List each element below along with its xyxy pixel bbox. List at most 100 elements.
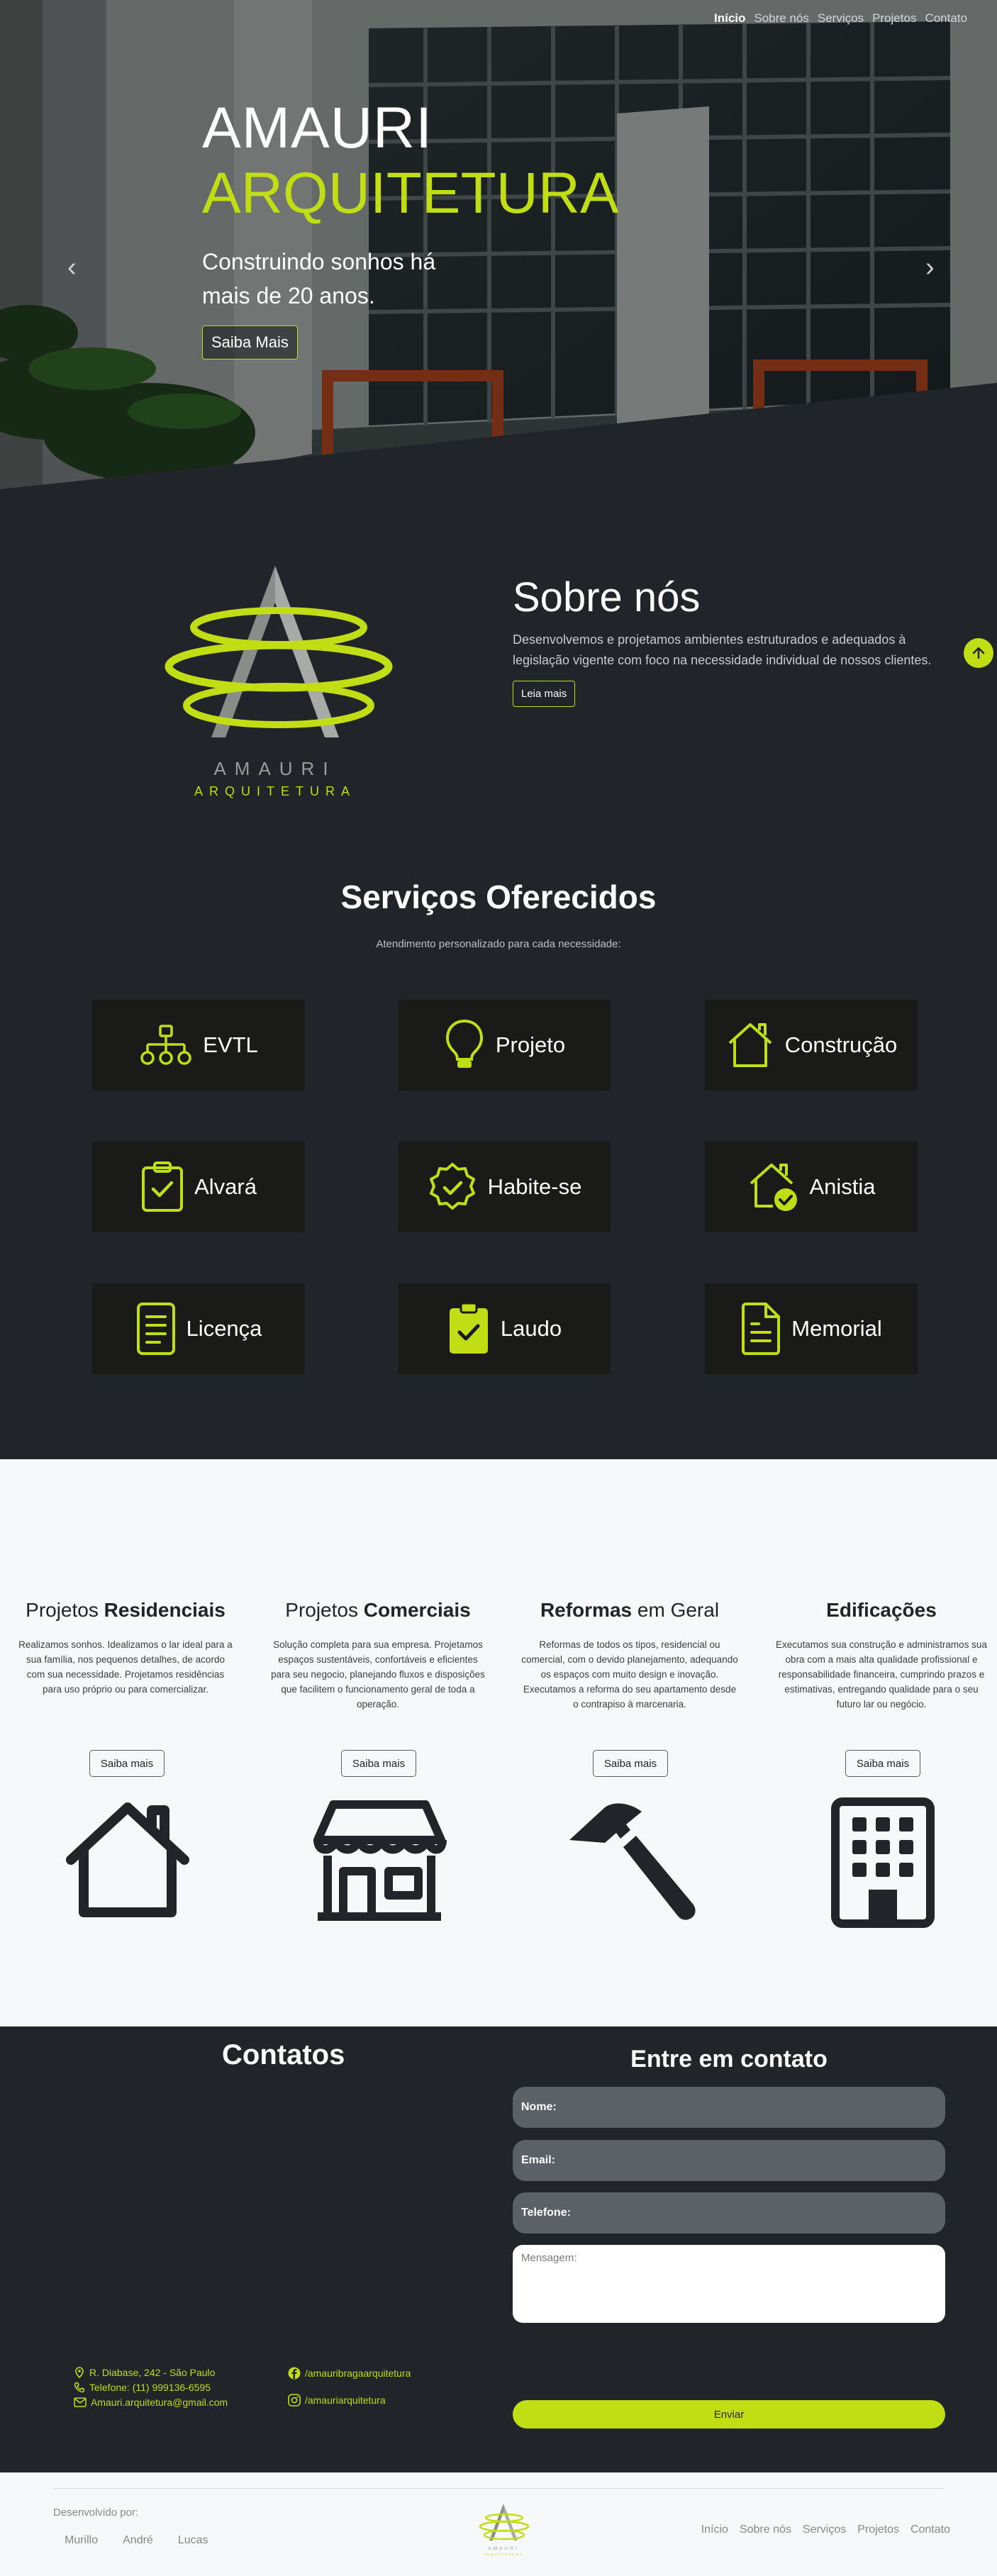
services-title: Serviços Oferecidos — [340, 879, 657, 915]
footer-nav-contato[interactable]: Contato — [910, 2524, 950, 2536]
project-title: Reformas em Geral — [540, 1599, 720, 1621]
logo-text-amauri: AMAURI — [213, 758, 336, 779]
document-lines-icon — [136, 1303, 175, 1355]
developer-name[interactable]: André — [123, 2534, 153, 2547]
location-pin-icon — [75, 2367, 84, 2378]
service-label: Licença — [186, 1316, 262, 1341]
facebook-link[interactable]: /amauribragaarquitetura — [288, 2367, 411, 2380]
building-icon — [831, 1797, 935, 1928]
project-description: Realizamos sonhos. Idealizamos o lar ide… — [18, 1639, 233, 1695]
project-edificacoes: Edificações Executamos sua construção e … — [764, 1598, 997, 1712]
hierarchy-icon — [140, 1025, 191, 1065]
file-text-icon — [742, 1303, 781, 1355]
developer-name[interactable]: Murillo — [65, 2534, 98, 2547]
project-reformas: Reformas em Geral Reformas de todos os t… — [513, 1598, 747, 1712]
service-card-alvara[interactable]: Alvará — [92, 1142, 305, 1232]
service-label: Construção — [784, 1032, 898, 1057]
service-card-evtl[interactable]: EVTL — [92, 1000, 305, 1091]
hero-text: AMAURI ARQUITETURA Construindo sonhos há… — [202, 96, 619, 359]
carousel-next-arrow[interactable]: › — [925, 252, 935, 283]
about-title: Sobre nós — [513, 574, 701, 620]
hero-section: AMAURI ARQUITETURA Construindo sonhos há… — [0, 0, 997, 489]
scroll-top-button[interactable] — [964, 638, 993, 668]
instagram-text: /amauriarquitetura — [305, 2394, 386, 2406]
logo-text-arquitetura: ARQUITETURA — [194, 784, 356, 798]
envelope-icon — [74, 2397, 87, 2407]
storefront-icon — [313, 1800, 447, 1921]
project-description: Executamos sua construção e administramo… — [776, 1639, 987, 1710]
project-title: Edificações — [826, 1599, 937, 1621]
footer-nav-sobre-nos[interactable]: Sobre nós — [740, 2524, 791, 2536]
service-label: Anistia — [809, 1174, 876, 1199]
services-subtitle: Atendimento personalizado para cada nece… — [376, 938, 621, 950]
main-nav: Início Sobre nós Serviços Projetos Conta… — [714, 11, 967, 26]
phone-text: Telefone: (11) 999136-6595 — [89, 2382, 211, 2393]
service-card-licenca[interactable]: Licença — [92, 1283, 305, 1374]
hero-title-line2: ARQUITETURA — [202, 161, 619, 225]
clipboard-filled-check-icon — [449, 1302, 488, 1354]
reformas-saiba-mais-button[interactable]: Saiba mais — [593, 1750, 668, 1777]
project-comerciais: Projetos Comerciais Solução completa par… — [261, 1598, 495, 1712]
about-description: Desenvolvemos e projetamos ambientes est… — [513, 632, 932, 667]
address-text: R. Diabase, 242 - São Paulo — [89, 2367, 216, 2378]
house-outline-icon — [66, 1802, 189, 1917]
service-card-laudo[interactable]: Laudo — [398, 1283, 611, 1374]
leia-mais-button[interactable]: Leia mais — [513, 681, 576, 707]
send-button[interactable]: Enviar — [513, 2400, 945, 2429]
project-title: Projetos Comerciais — [285, 1599, 471, 1621]
footer-divider — [53, 2488, 944, 2489]
footer-nav-servicos[interactable]: Serviços — [803, 2524, 846, 2536]
project-residenciais: Projetos Residenciais Realizamos sonhos.… — [9, 1598, 243, 1697]
footer-nav-inicio[interactable]: Início — [701, 2524, 728, 2536]
phone-field[interactable]: Telefone: — [513, 2192, 945, 2234]
contacts-title: Contatos — [222, 2039, 345, 2070]
service-card-construcao[interactable]: Construção — [705, 1000, 918, 1091]
phone-info: Telefone: (11) 999136-6595 — [74, 2382, 211, 2393]
nav-servicos[interactable]: Serviços — [818, 11, 864, 26]
developer-name[interactable]: Lucas — [178, 2534, 208, 2547]
comerciais-saiba-mais-button[interactable]: Saiba mais — [341, 1750, 416, 1777]
footer-nav-projetos[interactable]: Projetos — [857, 2524, 899, 2536]
contact-form-title: Entre em contato — [630, 2046, 828, 2073]
badge-check-icon — [429, 1163, 475, 1210]
nav-inicio[interactable]: Início — [714, 11, 745, 26]
service-card-habite-se[interactable]: Habite-se — [398, 1142, 611, 1232]
lightbulb-icon — [445, 1019, 483, 1068]
projects-section — [0, 1459, 997, 2026]
nav-contato[interactable]: Contato — [925, 11, 967, 26]
developed-by-label: Desenvolvido por: — [53, 2507, 139, 2519]
arrow-up-icon — [972, 647, 985, 659]
project-description: Solução completa para sua empresa. Proje… — [271, 1639, 485, 1710]
amauri-logo: AMAURI ARQUITETURA — [165, 566, 393, 798]
edificacoes-saiba-mais-button[interactable]: Saiba mais — [845, 1750, 920, 1777]
project-description: Reformas de todos os tipos, residencial … — [521, 1639, 738, 1710]
residenciais-saiba-mais-button[interactable]: Saiba mais — [89, 1750, 165, 1777]
message-field[interactable]: Mensagem: — [513, 2245, 945, 2323]
footer-logo: AMAURI ARQUITETURA — [479, 2504, 530, 2557]
instagram-link[interactable]: /amauriarquitetura — [288, 2394, 386, 2407]
facebook-icon — [288, 2367, 301, 2380]
name-field[interactable]: Nome: — [513, 2087, 945, 2128]
about-section: Sobre nós Desenvolvemos e projetamos amb… — [513, 573, 952, 707]
carousel-prev-arrow[interactable]: ‹ — [67, 252, 77, 283]
service-card-memorial[interactable]: Memorial — [705, 1283, 918, 1374]
email-field[interactable]: Email: — [513, 2140, 945, 2181]
service-card-projeto[interactable]: Projeto — [398, 1000, 611, 1091]
hero-title-line1: AMAURI — [202, 96, 433, 160]
instagram-icon — [288, 2394, 301, 2407]
address-info: R. Diabase, 242 - São Paulo — [74, 2367, 215, 2378]
service-label: Habite-se — [487, 1174, 582, 1199]
developer-list: Murillo André Lucas — [65, 2534, 208, 2547]
email-info[interactable]: Amauri.arquitetura@gmail.com — [74, 2397, 228, 2408]
service-card-anistia[interactable]: Anistia — [705, 1142, 918, 1232]
nav-projetos[interactable]: Projetos — [872, 11, 916, 26]
hero-subtitle: Construindo sonhos há mais de 20 anos. — [202, 249, 436, 308]
footer: Desenvolvido por: Murillo André Lucas AM… — [0, 2472, 997, 2576]
phone-icon — [74, 2382, 85, 2393]
facebook-text: /amauribragaarquitetura — [305, 2368, 411, 2379]
hero-saiba-mais-button[interactable]: Saiba Mais — [202, 325, 298, 359]
house-check-icon — [750, 1164, 798, 1211]
service-label: Alvará — [194, 1174, 257, 1199]
service-label: Memorial — [791, 1316, 882, 1341]
nav-sobre-nos[interactable]: Sobre nós — [754, 11, 809, 26]
